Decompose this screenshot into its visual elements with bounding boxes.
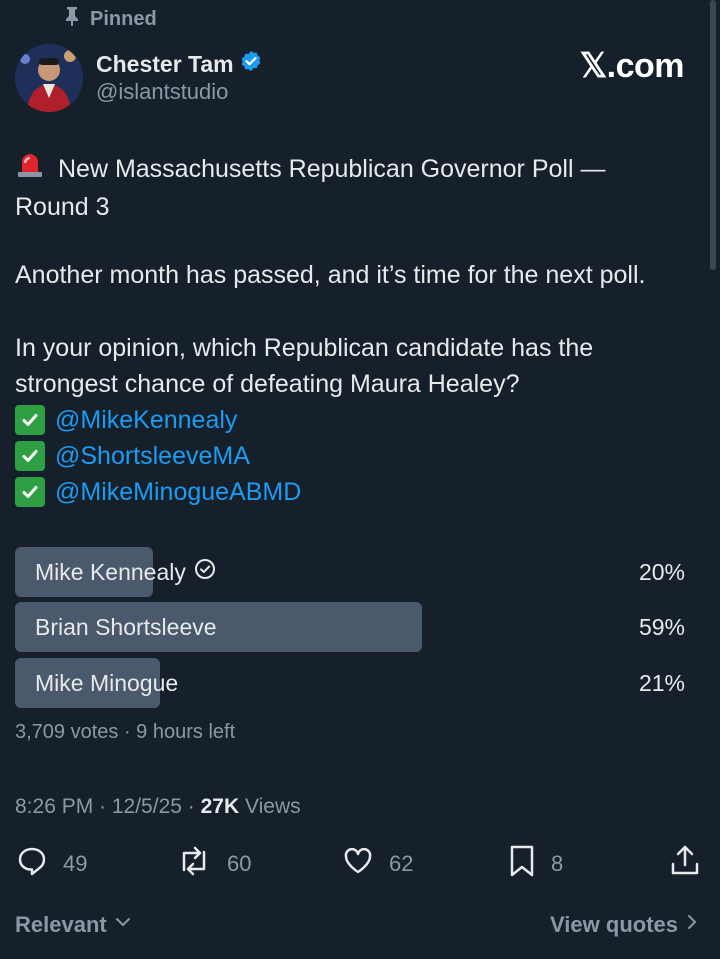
reply-button[interactable]: 49	[15, 846, 87, 882]
verified-badge-icon	[240, 50, 262, 78]
brand-logo: 𝕏.com	[579, 47, 685, 85]
reply-count: 49	[63, 851, 88, 876]
chevron-right-icon	[684, 912, 700, 938]
view-quotes-link[interactable]: View quotes	[550, 912, 700, 938]
author-name[interactable]: Chester Tam	[96, 51, 234, 78]
mention-line: @MikeMinogueABMD	[15, 474, 705, 510]
poll-option-percent: 21%	[638, 669, 685, 696]
bookmark-count: 8	[551, 851, 564, 876]
avatar[interactable]	[15, 44, 83, 112]
check-mark-icon	[15, 405, 45, 435]
poll-option[interactable]: Mike Minogue 21%	[15, 658, 705, 708]
post-stats: 8:26 PM · 12/5/25 · 27K Views	[15, 795, 301, 819]
poll-option-percent: 59%	[638, 613, 685, 640]
poll-meta: 3,709 votes · 9 hours left	[15, 721, 236, 743]
post-timestamp[interactable]: 8:26 PM · 12/5/25 ·	[15, 795, 201, 818]
scrollbar[interactable]	[710, 0, 716, 270]
poll-option-label: Mike Minogue	[35, 669, 179, 696]
mention-link[interactable]: @MikeMinogueABMD	[55, 474, 301, 510]
bookmark-button[interactable]: 8	[507, 844, 564, 884]
post-title-line2: Round 3	[15, 193, 110, 221]
mention-line: @MikeKennealy	[15, 402, 705, 438]
post-paragraph-3-line2: strongest chance of defeating Maura Heal…	[15, 370, 520, 398]
like-count: 62	[389, 851, 414, 876]
poll-option-percent: 20%	[638, 558, 685, 585]
post-title-line1: New Massachusetts Republican Governor Po…	[58, 155, 606, 183]
check-circle-icon	[194, 558, 216, 586]
mention-line: @ShortsleeveMA	[15, 438, 705, 474]
repost-count: 60	[227, 851, 252, 876]
view-quotes-label: View quotes	[550, 912, 678, 937]
mention-link[interactable]: @ShortsleeveMA	[55, 438, 250, 474]
check-mark-icon	[15, 441, 45, 471]
post-paragraph-3-line1: In your opinion, which Republican candid…	[15, 334, 594, 362]
author-name-row[interactable]: Chester Tam	[96, 50, 262, 78]
post-title: New Massachusetts Republican Governor Po…	[15, 149, 705, 225]
reply-icon	[15, 844, 49, 884]
pinned-indicator: Pinned	[64, 6, 157, 32]
like-button[interactable]: 62	[341, 846, 413, 882]
post-paragraph-3: In your opinion, which Republican candid…	[15, 330, 705, 510]
poll-option-label: Brian Shortsleeve	[35, 613, 217, 640]
views-count: 27K	[200, 795, 240, 818]
post-paragraph-2: Another month has passed, and it’s time …	[15, 261, 646, 289]
relevant-label: Relevant	[15, 912, 107, 937]
relevant-dropdown[interactable]: Relevant	[15, 912, 133, 938]
poll-option-label: Mike Kennealy	[35, 558, 186, 585]
check-mark-icon	[15, 477, 45, 507]
chevron-down-icon	[113, 912, 133, 938]
pinned-label: Pinned	[90, 7, 157, 30]
share-icon	[668, 844, 702, 884]
author-handle[interactable]: @islantstudio	[96, 79, 228, 105]
repost-button[interactable]: 60	[175, 846, 251, 882]
pin-icon	[64, 6, 80, 32]
repost-icon	[175, 844, 213, 884]
siren-icon	[15, 149, 45, 189]
views-label: Views	[239, 795, 301, 818]
poll-option[interactable]: Brian Shortsleeve 59%	[15, 602, 705, 652]
share-button[interactable]	[668, 844, 702, 884]
poll-option[interactable]: Mike Kennealy 20%	[15, 547, 705, 597]
bookmark-icon	[507, 844, 537, 884]
heart-icon	[341, 844, 375, 884]
mention-link[interactable]: @MikeKennealy	[55, 402, 237, 438]
